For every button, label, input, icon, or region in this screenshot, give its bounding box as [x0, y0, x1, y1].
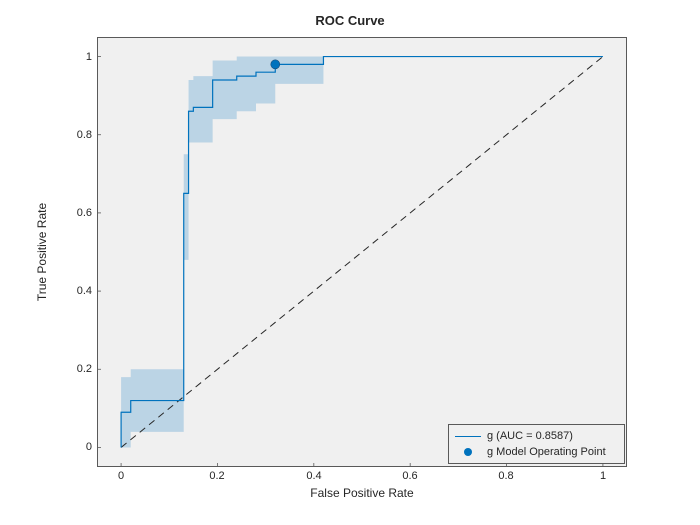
ytick-0.6: 0.6 [62, 207, 92, 219]
legend-entry-line: g (AUC = 0.8587) [455, 428, 618, 444]
legend: g (AUC = 0.8587) g Model Operating Point [448, 424, 625, 464]
ytick-0.4: 0.4 [62, 285, 92, 297]
xtick-0.4: 0.4 [294, 470, 334, 482]
plot-area [97, 37, 627, 467]
xtick-0: 0 [101, 470, 141, 482]
xtick-0.2: 0.2 [197, 470, 237, 482]
operating-point-marker [271, 60, 280, 69]
ytick-1: 1 [62, 51, 92, 63]
legend-line-label: g (AUC = 0.8587) [487, 430, 573, 442]
legend-entry-point: g Model Operating Point [455, 444, 618, 460]
legend-point-label: g Model Operating Point [487, 446, 606, 458]
legend-line-swatch [455, 429, 481, 443]
xtick-1: 1 [583, 470, 623, 482]
xtick-0.6: 0.6 [390, 470, 430, 482]
xtick-0.8: 0.8 [486, 470, 526, 482]
ytick-0: 0 [62, 441, 92, 453]
y-axis-label: True Positive Rate [35, 37, 55, 467]
x-axis-label: False Positive Rate [97, 486, 627, 500]
legend-dot-swatch [455, 445, 481, 459]
ytick-0.8: 0.8 [62, 129, 92, 141]
figure: ROC Curve 0 0.2 0. [0, 0, 700, 525]
chart-title: ROC Curve [0, 13, 700, 28]
ytick-0.2: 0.2 [62, 363, 92, 375]
